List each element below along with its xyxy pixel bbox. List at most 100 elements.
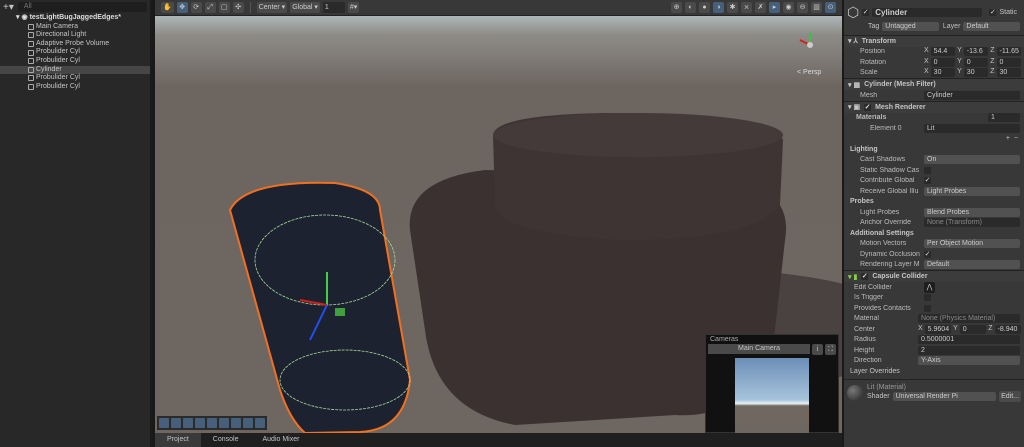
lighting-section[interactable]: Lighting: [844, 144, 1024, 155]
material-field[interactable]: None (Physics Material): [918, 314, 1020, 324]
pivot-dropdown[interactable]: Center ▾: [256, 2, 288, 13]
rect-tool-icon[interactable]: ▢: [218, 2, 230, 13]
static-checkbox[interactable]: ✓: [989, 9, 997, 16]
mesh-field[interactable]: Cylinder: [924, 90, 1020, 100]
scale-z[interactable]: 30: [996, 68, 1021, 78]
position-y[interactable]: -13.6: [963, 47, 989, 57]
transform-tool-icon[interactable]: ✣: [232, 2, 244, 13]
edit-collider-button[interactable]: ⋀: [924, 281, 935, 293]
compass-icon[interactable]: [255, 418, 265, 428]
position-x[interactable]: 54.4: [930, 47, 956, 57]
rendering-layer-dropdown[interactable]: Default: [924, 260, 1020, 270]
grid-icon[interactable]: #▾: [347, 2, 360, 13]
position-z[interactable]: -11.65: [996, 47, 1021, 57]
edit-icon[interactable]: [171, 418, 181, 428]
hierarchy-item[interactable]: Probulider Cyl: [0, 74, 150, 83]
capsule-checkbox[interactable]: ✓: [861, 273, 869, 280]
mesh-renderer-header[interactable]: ▾ ▣ ✓ Mesh Renderer: [844, 100, 1024, 113]
name-field[interactable]: Cylinder: [872, 8, 983, 17]
camera-info-icon[interactable]: i: [812, 344, 823, 355]
additional-settings-section[interactable]: Additional Settings: [844, 228, 1024, 239]
contacts-checkbox[interactable]: [924, 304, 931, 312]
active-checkbox[interactable]: ✓: [862, 9, 870, 16]
gizmos-icon[interactable]: ⊖: [797, 2, 808, 13]
rotate-tool-icon[interactable]: ⟳: [190, 2, 202, 13]
contribute-gi-checkbox[interactable]: ✓: [924, 177, 931, 185]
layer-dropdown[interactable]: Default: [963, 21, 1020, 31]
tab-audio-mixer[interactable]: Audio Mixer: [250, 433, 311, 447]
static-shadow-checkbox[interactable]: [924, 166, 931, 174]
add-icon[interactable]: +▾: [3, 2, 14, 13]
hierarchy-item-selected[interactable]: Cylinder: [0, 65, 150, 75]
lighting-icon[interactable]: ◑: [713, 2, 724, 13]
probes-section[interactable]: Probes: [844, 197, 1024, 208]
hierarchy-search-input[interactable]: All: [17, 2, 147, 12]
layer-overrides-section[interactable]: Layer Overrides: [844, 366, 1024, 377]
occlusion-checkbox[interactable]: ✓: [924, 250, 931, 258]
space-dropdown[interactable]: Global ▾: [290, 2, 320, 13]
snap-icon[interactable]: [243, 418, 253, 428]
rotate-icon[interactable]: [195, 418, 205, 428]
snap-input[interactable]: 1: [322, 2, 345, 13]
edit-shader-button[interactable]: Edit...: [999, 390, 1021, 402]
hierarchy-item[interactable]: Adaptive Probe Volume: [0, 40, 150, 49]
camera-icon[interactable]: ▸: [769, 2, 780, 13]
mesh-renderer-checkbox[interactable]: ✓: [864, 103, 872, 111]
height-field[interactable]: 2: [918, 345, 1020, 355]
tab-project[interactable]: Project: [155, 433, 201, 447]
unlit-icon[interactable]: ●: [699, 2, 710, 13]
trigger-checkbox[interactable]: [924, 294, 931, 302]
scale-x[interactable]: 30: [930, 68, 956, 78]
hierarchy-item[interactable]: Directional Light: [0, 31, 150, 40]
shaded-icon[interactable]: ◐: [685, 2, 696, 13]
shader-dropdown[interactable]: Universal Render Pi: [892, 391, 997, 401]
fit-icon[interactable]: ⛶: [825, 344, 836, 355]
receive-gi-dropdown[interactable]: Light Probes: [924, 186, 1020, 196]
view-tool-icon[interactable]: ✋: [161, 2, 174, 13]
center-z[interactable]: -8.940: [994, 324, 1021, 334]
scale-y[interactable]: 30: [963, 68, 989, 78]
hierarchy-item[interactable]: Probulider Cyl: [0, 83, 150, 92]
debug-icon[interactable]: ✱: [727, 2, 738, 13]
scene-root[interactable]: ▾ ◉ testLightBugJaggedEdges*: [0, 14, 150, 23]
light-probes-dropdown[interactable]: Blend Probes: [924, 207, 1020, 217]
grid-icon[interactable]: [183, 418, 193, 428]
audio-icon[interactable]: ⨯: [741, 2, 752, 13]
motion-vectors-dropdown[interactable]: Per Object Motion: [924, 239, 1020, 249]
add-button[interactable]: +: [1006, 135, 1014, 142]
remove-button[interactable]: −: [1014, 135, 1018, 142]
mesh-filter-header[interactable]: ▾ ▦ Cylinder (Mesh Filter): [844, 78, 1024, 90]
cast-shadows-dropdown[interactable]: On: [924, 155, 1020, 165]
hierarchy-item[interactable]: Probulider Cyl: [0, 57, 150, 66]
hierarchy-item[interactable]: Probulider Cyl: [0, 48, 150, 57]
hierarchy-item[interactable]: Main Camera: [0, 23, 150, 32]
search-icon[interactable]: [219, 418, 229, 428]
persp-label[interactable]: < Persp: [797, 69, 821, 76]
element-field[interactable]: Lit: [924, 123, 1020, 133]
move-icon[interactable]: [159, 418, 169, 428]
camera-select[interactable]: Main Camera: [708, 344, 810, 354]
visibility-icon[interactable]: ◉: [783, 2, 794, 13]
orientation-icon[interactable]: ⊙: [825, 2, 836, 13]
scene-view[interactable]: < Persp ✋ ✥ ⟳ ⤢ ▢ ✣ Center ▾ Global ▾ 1 …: [155, 0, 842, 433]
rotation-x[interactable]: 0: [930, 57, 956, 67]
radius-field[interactable]: 0.5000001: [918, 335, 1020, 345]
move-tool-icon[interactable]: ✥: [176, 2, 188, 13]
center-y[interactable]: 0: [959, 324, 987, 334]
center-x[interactable]: 5.9604: [924, 324, 952, 334]
scale-tool-icon[interactable]: ⤢: [204, 2, 216, 13]
rotation-z[interactable]: 0: [996, 57, 1021, 67]
layers-icon[interactable]: [207, 418, 217, 428]
materials-count[interactable]: 1: [988, 113, 1020, 123]
anchor-field[interactable]: None (Transform): [924, 218, 1020, 228]
tag-dropdown[interactable]: Untagged: [882, 21, 939, 31]
rotation-y[interactable]: 0: [963, 57, 989, 67]
layout-icon[interactable]: ▥: [811, 2, 822, 13]
pan-icon[interactable]: [231, 418, 241, 428]
tab-console[interactable]: Console: [201, 433, 251, 447]
materials-label[interactable]: Materials: [850, 114, 988, 121]
wireframe-icon[interactable]: ⊕: [671, 2, 682, 13]
fx-icon[interactable]: ✗: [755, 2, 766, 13]
transform-header[interactable]: ▾ ⅄ Transform: [844, 34, 1024, 47]
capsule-collider-header[interactable]: ▾ ▮ ✓ Capsule Collider: [844, 270, 1024, 282]
